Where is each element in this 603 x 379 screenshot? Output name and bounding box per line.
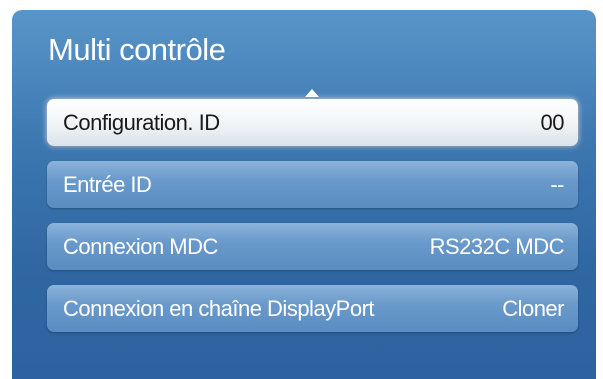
menu-item-value: Cloner xyxy=(502,295,564,321)
menu-item-entree-id[interactable]: Entrée ID -- xyxy=(47,161,578,208)
menu-item-value: -- xyxy=(550,171,564,197)
menu-list: Configuration. ID 00 Entrée ID -- Connex… xyxy=(47,99,578,347)
menu-item-connexion-mdc[interactable]: Connexion MDC RS232C MDC xyxy=(47,223,578,270)
menu-item-displayport-chain[interactable]: Connexion en chaîne DisplayPort Cloner xyxy=(47,285,578,332)
multi-control-panel: Multi contrôle Configuration. ID 00 Entr… xyxy=(12,10,596,379)
menu-title: Multi contrôle xyxy=(48,32,226,67)
menu-item-label: Entrée ID xyxy=(63,171,152,197)
menu-item-value: RS232C MDC xyxy=(429,233,565,259)
menu-item-configuration-id[interactable]: Configuration. ID 00 xyxy=(47,99,578,146)
menu-item-label: Connexion MDC xyxy=(63,233,218,259)
menu-item-value: 00 xyxy=(540,109,565,135)
menu-item-label: Connexion en chaîne DisplayPort xyxy=(63,295,375,321)
up-arrow-icon[interactable] xyxy=(305,89,319,97)
menu-item-label: Configuration. ID xyxy=(63,109,220,135)
